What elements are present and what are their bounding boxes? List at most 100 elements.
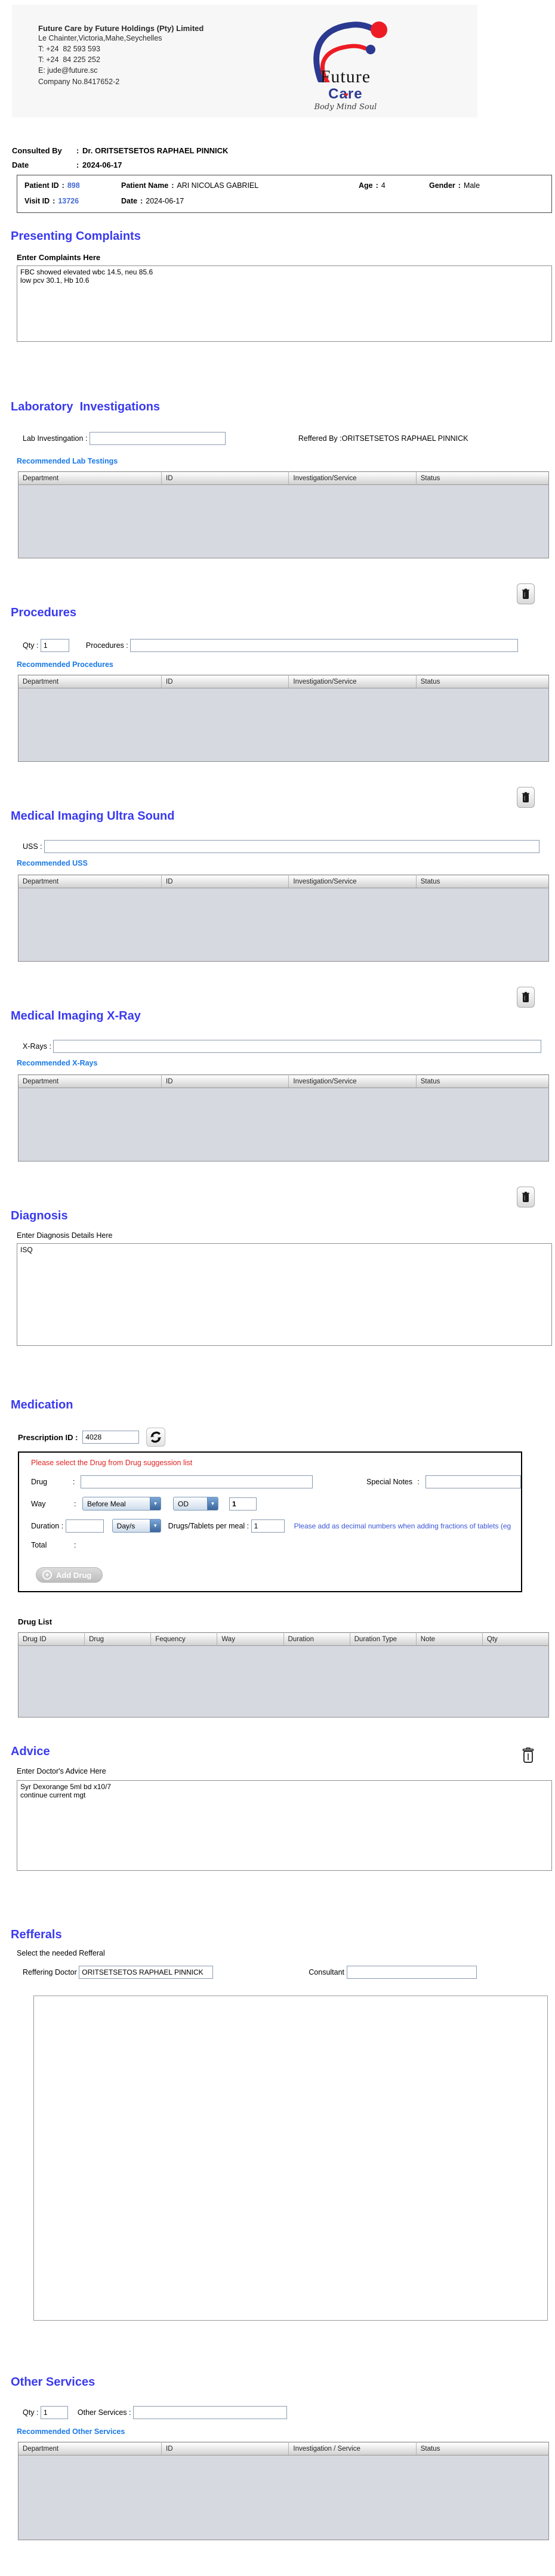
- section-title-ultrasound: Medical Imaging Ultra Sound: [11, 810, 175, 823]
- trash-icon: [522, 588, 529, 599]
- visit-id-cell: Visit ID:13726: [24, 197, 121, 205]
- trash-icon: [522, 1747, 534, 1763]
- patient-summary-bar: Patient ID:898 Patient Name: ARI NICOLAS …: [17, 175, 552, 213]
- patient-id-cell: Patient ID:898: [24, 181, 121, 190]
- referral-field-row: Reffering Doctor Consultant: [23, 1966, 555, 1979]
- consultant-input[interactable]: [346, 1966, 477, 1979]
- recommended-procedures-link[interactable]: Recommended Procedures: [17, 660, 555, 669]
- colon: :: [74, 1499, 76, 1508]
- delete-uss-item-button[interactable]: [517, 987, 535, 1008]
- column-header-id: ID: [161, 675, 289, 688]
- procedures-input[interactable]: [130, 639, 519, 652]
- other-services-qty-label: Qty :: [23, 2408, 41, 2417]
- column-header-status: Status: [416, 2442, 549, 2455]
- company-address: Le Chainter,Victoria,Mahe,Seychelles: [38, 34, 162, 42]
- complaints-textarea[interactable]: FBC showed elevated wbc 14.5, neu 85.6 l…: [17, 265, 552, 342]
- complaints-sublabel: Enter Complaints Here: [17, 253, 101, 262]
- xrays-input[interactable]: [53, 1040, 542, 1053]
- gender-label: Gender: [429, 181, 455, 190]
- delete-lab-item-button[interactable]: [517, 583, 535, 604]
- chevron-down-icon: ▼: [149, 1519, 161, 1532]
- company-email: E: jude@future.sc: [38, 66, 98, 75]
- uss-input[interactable]: [44, 840, 540, 853]
- colon: :: [74, 1541, 76, 1549]
- column-header-status: Status: [416, 875, 549, 888]
- trash-icon: [522, 992, 529, 1002]
- company-phone-1: T: +24 82 593 593: [38, 45, 100, 54]
- uss-field-row: USS :: [23, 840, 555, 853]
- colon: :: [53, 197, 56, 205]
- refresh-prescription-button[interactable]: [146, 1428, 166, 1447]
- company-name: Future Care by Future Holdings (Pty) Lim…: [38, 24, 204, 33]
- other-services-input[interactable]: [132, 2406, 287, 2419]
- column-header-status: Status: [416, 1074, 549, 1088]
- special-notes-input[interactable]: [426, 1475, 521, 1488]
- age-label: Age: [359, 181, 373, 190]
- column-header-id: ID: [161, 471, 289, 485]
- xray-table-empty-body: [18, 1088, 549, 1162]
- uss-label: USS :: [23, 842, 45, 851]
- lab-table-empty-body: [18, 484, 549, 558]
- other-services-table-empty-body: [18, 2455, 549, 2540]
- visit-date-value: 2024-06-17: [146, 197, 184, 205]
- column-header-qty: Qty: [482, 1632, 549, 1646]
- visit-id-label: Visit ID: [24, 197, 50, 205]
- column-header-status: Status: [416, 675, 549, 688]
- age-value: 4: [381, 181, 386, 190]
- frequency-qty-input[interactable]: [229, 1497, 257, 1511]
- plus-icon: +: [42, 1570, 52, 1580]
- total-row: Total :: [31, 1541, 521, 1549]
- recommended-uss-link[interactable]: Recommended USS: [17, 859, 555, 867]
- delete-xray-item-button[interactable]: [517, 1187, 535, 1207]
- advice-sublabel: Enter Doctor's Advice Here: [17, 1767, 106, 1775]
- prescription-id-input[interactable]: [82, 1431, 140, 1444]
- delete-procedure-item-button[interactable]: [517, 787, 535, 808]
- reffering-doctor-label: Reffering Doctor: [23, 1968, 79, 1976]
- recommended-xrays-link[interactable]: Recommended X-Rays: [17, 1059, 555, 1067]
- procedures-qty-input[interactable]: [40, 639, 69, 652]
- uss-table: Department ID Investigation/Service Stat…: [18, 875, 549, 962]
- logo-word-care: Care ♥: [328, 86, 363, 102]
- column-header-investigation: Investigation/Service: [288, 675, 417, 688]
- delete-drug-item-button[interactable]: [519, 1745, 537, 1766]
- reffering-doctor-input[interactable]: [79, 1966, 214, 1979]
- column-header-duration: Duration: [283, 1632, 350, 1646]
- visit-date-cell: Date:2024-06-17: [121, 197, 359, 205]
- consultant-label: Consultant: [309, 1968, 347, 1976]
- frequency-select[interactable]: OD ▼: [173, 1497, 218, 1511]
- diagnosis-textarea[interactable]: ISQ: [17, 1243, 552, 1346]
- colon: :: [76, 160, 79, 169]
- prescription-id-label: Prescription ID :: [18, 1432, 78, 1442]
- section-title-diagnosis: Diagnosis: [11, 1209, 68, 1222]
- section-title-medication: Medication: [11, 1398, 73, 1411]
- referral-list-box: [33, 1996, 548, 2321]
- lab-investigation-input[interactable]: [89, 432, 226, 445]
- xray-field-row: X-Rays :: [23, 1040, 555, 1053]
- chevron-down-icon: ▼: [150, 1497, 161, 1510]
- refresh-icon: [150, 1431, 162, 1443]
- patient-name-cell: Patient Name: ARI NICOLAS GABRIEL: [121, 181, 359, 190]
- company-logo: Future Care ♥ Body Mind Soul: [275, 16, 415, 112]
- drug-input[interactable]: [81, 1475, 313, 1488]
- total-label: Total: [31, 1541, 47, 1549]
- advice-textarea[interactable]: Syr Dexorange 5ml bd x10/7 continue curr…: [17, 1780, 552, 1871]
- procedures-qty-label: Qty :: [23, 641, 41, 650]
- drug-row: Drug : Special Notes :: [31, 1475, 521, 1488]
- recommended-lab-testings-link[interactable]: Recommended Lab Testings: [17, 457, 555, 465]
- add-drug-button[interactable]: + Add Drug: [36, 1567, 103, 1583]
- procedures-field-row: Qty : Procedures :: [23, 639, 555, 652]
- column-header-id: ID: [161, 2442, 289, 2455]
- colon: :: [61, 181, 64, 190]
- chevron-down-icon: ▼: [207, 1497, 218, 1510]
- meal-time-select[interactable]: Before Meal ▼: [82, 1497, 161, 1511]
- column-header-department: Department: [18, 675, 162, 688]
- duration-type-select[interactable]: Day/s ▼: [112, 1519, 161, 1533]
- lab-testings-table: Department ID Investigation/Service Stat…: [18, 471, 549, 558]
- drug-list-label: Drug List: [18, 1617, 53, 1626]
- per-meal-input[interactable]: [251, 1519, 285, 1533]
- recommended-other-services-link[interactable]: Recommended Other Services: [17, 2427, 555, 2436]
- diagnosis-sublabel: Enter Diagnosis Details Here: [17, 1231, 113, 1240]
- consulted-by-row: Consulted By : Dr. ORITSETSETOS RAPHAEL …: [12, 146, 555, 155]
- other-services-qty-input[interactable]: [40, 2406, 68, 2419]
- duration-input[interactable]: [65, 1519, 104, 1533]
